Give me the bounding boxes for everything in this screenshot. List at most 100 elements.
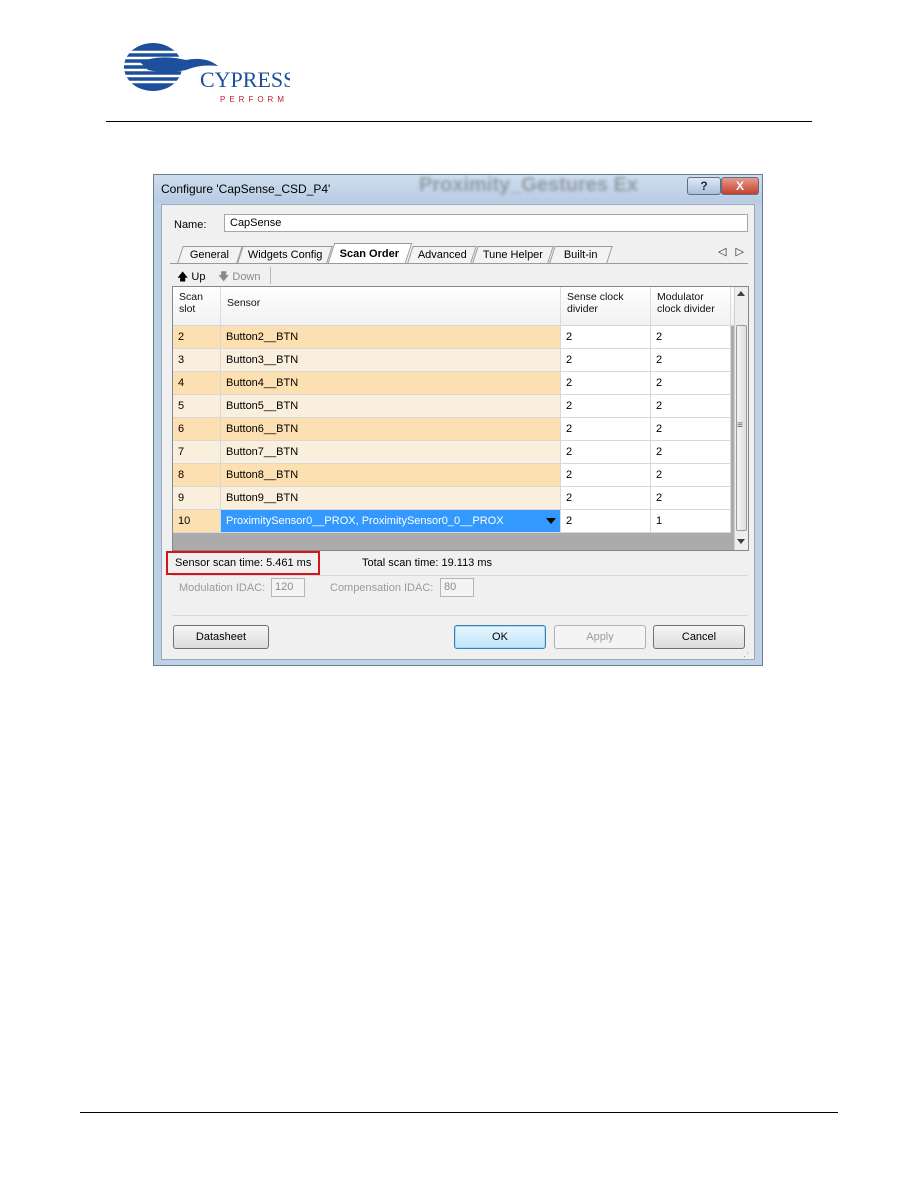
- sensor-dropdown-value: ProximitySensor0__PROX, ProximitySensor0…: [226, 515, 504, 527]
- scan-slot-cell: 9: [173, 487, 221, 510]
- cypress-logo: CYPRESS PERFORM: [122, 43, 290, 104]
- modulation-idac-field: 120: [271, 578, 305, 597]
- sensor-cell[interactable]: Button6__BTN: [221, 418, 561, 441]
- close-button[interactable]: X: [721, 177, 759, 195]
- vertical-scrollbar[interactable]: ≡: [734, 287, 748, 550]
- name-input[interactable]: [224, 214, 748, 232]
- sense-clock-divider-cell[interactable]: 2: [561, 418, 651, 441]
- column-header-sense-clock-divider[interactable]: Sense clock divider: [561, 287, 651, 325]
- modulator-clock-divider-cell[interactable]: 2: [651, 326, 731, 349]
- table-row[interactable]: 10 ProximitySensor0__PROX, ProximitySens…: [173, 510, 736, 533]
- tab-label: Built-in: [564, 249, 598, 261]
- dropdown-arrow-icon[interactable]: [546, 518, 556, 524]
- sense-clock-divider-cell[interactable]: 2: [561, 395, 651, 418]
- modulator-clock-divider-cell[interactable]: 2: [651, 487, 731, 510]
- down-label: Down: [232, 271, 261, 283]
- title-bar[interactable]: Configure 'CapSense_CSD_P4' Proximity_Ge…: [154, 174, 762, 203]
- table-row[interactable]: 5 Button5__BTN 2 2: [173, 395, 736, 418]
- table-row[interactable]: 6 Button6__BTN 2 2: [173, 418, 736, 441]
- modulator-clock-divider-cell[interactable]: 1: [651, 510, 731, 533]
- arrow-down-icon: 🡇: [218, 271, 230, 283]
- tab-label: Tune Helper: [482, 249, 543, 261]
- move-down-button[interactable]: 🡇 Down: [218, 268, 261, 287]
- scan-slot-cell: 5: [173, 395, 221, 418]
- table-row[interactable]: 7 Button7__BTN 2 2: [173, 441, 736, 464]
- tab-label: Widgets Config: [247, 249, 323, 261]
- scan-slot-cell: 10: [173, 510, 221, 533]
- dialog-title: Configure 'CapSense_CSD_P4': [161, 182, 331, 196]
- modulation-idac-label: Modulation IDAC:: [179, 582, 266, 594]
- tab-baseline: [170, 263, 748, 264]
- configure-dialog: Configure 'CapSense_CSD_P4' Proximity_Ge…: [153, 174, 763, 666]
- separator: [172, 575, 748, 576]
- tab-scroll-arrows-icon[interactable]: ◁ ▷: [718, 245, 747, 258]
- compensation-idac-label: Compensation IDAC:: [330, 582, 434, 594]
- scan-slot-cell: 2: [173, 326, 221, 349]
- dialog-client-area: Name: General Widgets Config Scan Order …: [161, 204, 755, 662]
- header-rule: [106, 121, 812, 122]
- up-label: Up: [191, 271, 206, 283]
- scan-order-grid: Scan slot Sensor Sense clock divider Mod…: [172, 286, 749, 551]
- sensor-cell[interactable]: Button8__BTN: [221, 464, 561, 487]
- sense-clock-divider-cell[interactable]: 2: [561, 464, 651, 487]
- sense-clock-divider-cell[interactable]: 2: [561, 487, 651, 510]
- scrollbar-grip-icon: ≡: [737, 420, 743, 431]
- logo-tagline-text: PERFORM: [220, 95, 288, 104]
- apply-button: Apply: [554, 625, 646, 649]
- tab-tune-helper[interactable]: Tune Helper: [472, 246, 554, 263]
- scan-slot-cell: 8: [173, 464, 221, 487]
- modulator-clock-divider-cell[interactable]: 2: [651, 349, 731, 372]
- help-button[interactable]: ?: [687, 177, 721, 195]
- sensor-cell[interactable]: Button2__BTN: [221, 326, 561, 349]
- arrow-up-icon: 🡅: [177, 271, 189, 283]
- scan-slot-cell: 7: [173, 441, 221, 464]
- tab-label: Scan Order: [340, 248, 400, 260]
- scroll-down-arrow-icon[interactable]: [737, 539, 745, 544]
- sense-clock-divider-cell[interactable]: 2: [561, 349, 651, 372]
- sense-clock-divider-cell[interactable]: 2: [561, 326, 651, 349]
- tab-advanced[interactable]: Advanced: [407, 246, 477, 263]
- compensation-idac-field: 80: [440, 578, 474, 597]
- toolbar-separator: [270, 267, 271, 284]
- tab-widgets-config[interactable]: Widgets Config: [237, 246, 333, 263]
- datasheet-button[interactable]: Datasheet: [173, 625, 269, 649]
- background-window-title: Proximity_Gestures Ex: [419, 174, 638, 196]
- modulator-clock-divider-cell[interactable]: 2: [651, 464, 731, 487]
- logo-brand-text: CYPRESS: [200, 67, 290, 92]
- footer-rule: [80, 1112, 838, 1113]
- ok-button[interactable]: OK: [454, 625, 546, 649]
- table-row[interactable]: 9 Button9__BTN 2 2: [173, 487, 736, 510]
- table-row[interactable]: 3 Button3__BTN 2 2: [173, 349, 736, 372]
- sensor-cell[interactable]: Button5__BTN: [221, 395, 561, 418]
- sense-clock-divider-cell[interactable]: 2: [561, 372, 651, 395]
- tab-label: General: [190, 249, 230, 261]
- tab-strip: General Widgets Config Scan Order Advanc…: [177, 243, 730, 263]
- table-row[interactable]: 4 Button4__BTN 2 2: [173, 372, 736, 395]
- column-header-modulator-clock-divider[interactable]: Modulator clock divider: [651, 287, 731, 325]
- tab-built-in[interactable]: Built-in: [549, 246, 613, 263]
- column-header-scan-slot[interactable]: Scan slot: [173, 287, 221, 325]
- sense-clock-divider-cell[interactable]: 2: [561, 510, 651, 533]
- move-up-button[interactable]: 🡅 Up: [177, 268, 205, 287]
- sensor-cell[interactable]: Button9__BTN: [221, 487, 561, 510]
- table-row[interactable]: 8 Button8__BTN 2 2: [173, 464, 736, 487]
- scroll-up-arrow-icon[interactable]: [737, 291, 745, 296]
- sensor-scan-time: Sensor scan time: 5.461 ms: [166, 551, 320, 575]
- scan-slot-cell: 6: [173, 418, 221, 441]
- sensor-dropdown-cell[interactable]: ProximitySensor0__PROX, ProximitySensor0…: [221, 510, 561, 533]
- sense-clock-divider-cell[interactable]: 2: [561, 441, 651, 464]
- tab-scan-order[interactable]: Scan Order: [327, 243, 413, 263]
- total-scan-time: Total scan time: 19.113 ms: [362, 557, 493, 569]
- sensor-cell[interactable]: Button7__BTN: [221, 441, 561, 464]
- resize-grip-icon[interactable]: ⋰: [740, 651, 749, 662]
- modulator-clock-divider-cell[interactable]: 2: [651, 441, 731, 464]
- modulator-clock-divider-cell[interactable]: 2: [651, 418, 731, 441]
- modulator-clock-divider-cell[interactable]: 2: [651, 372, 731, 395]
- table-row[interactable]: 2 Button2__BTN 2 2: [173, 326, 736, 349]
- modulator-clock-divider-cell[interactable]: 2: [651, 395, 731, 418]
- column-header-sensor[interactable]: Sensor: [221, 287, 561, 325]
- sensor-cell[interactable]: Button4__BTN: [221, 372, 561, 395]
- sensor-cell[interactable]: Button3__BTN: [221, 349, 561, 372]
- tab-general[interactable]: General: [177, 246, 243, 263]
- cancel-button[interactable]: Cancel: [653, 625, 745, 649]
